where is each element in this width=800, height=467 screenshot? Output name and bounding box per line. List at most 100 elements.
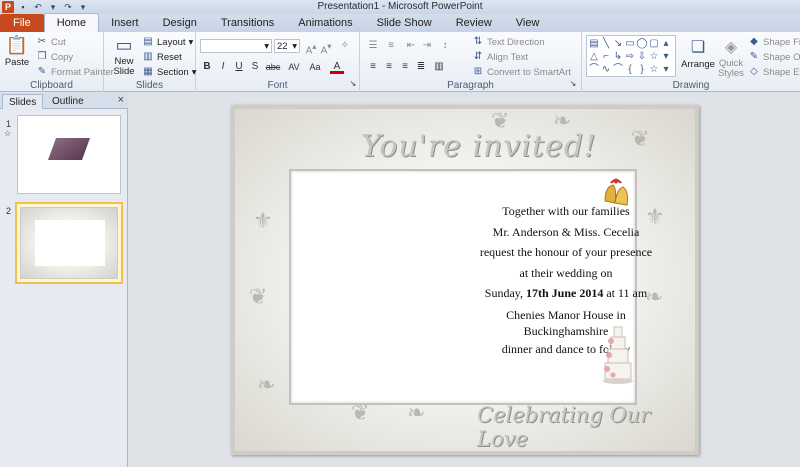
grow-font-icon[interactable]: A▴ [304, 39, 318, 56]
italic-button[interactable]: I [216, 60, 230, 74]
scroll-up-icon[interactable]: ▴ [660, 37, 672, 50]
close-pane-icon[interactable]: × [118, 94, 124, 106]
tab-slides[interactable]: Slides [2, 94, 44, 109]
elbow-arrow-icon[interactable]: ↳ [612, 50, 624, 63]
smartart-icon: ⊞ [473, 66, 483, 77]
align-center-icon[interactable]: ≡ [382, 60, 396, 74]
invitation-line: Buckinghamshire [523, 323, 609, 338]
star-shape-icon[interactable]: ☆ [648, 50, 660, 63]
tab-slide-show[interactable]: Slide Show [365, 14, 444, 32]
justify-icon[interactable]: ≣ [414, 60, 428, 74]
line-spacing-icon[interactable]: ↕ [438, 39, 452, 53]
headline-text[interactable]: You're invited! [361, 129, 597, 164]
arrow-line-shape-icon[interactable]: ↘ [612, 37, 624, 50]
tab-home[interactable]: Home [43, 13, 100, 32]
invitation-line: request the honour of your presence [479, 245, 653, 259]
tab-transitions[interactable]: Transitions [209, 14, 286, 32]
paragraph-dialog-launcher-icon[interactable]: ↘ [566, 77, 580, 91]
arrange-label: Arrange [681, 59, 715, 70]
font-size-combo[interactable]: 22 ▾ [274, 39, 300, 53]
triangle-shape-icon[interactable]: △ [588, 50, 600, 63]
slide-thumbnail-1[interactable] [17, 115, 121, 194]
right-arrow-shape-icon[interactable]: ⇨ [624, 50, 636, 63]
ribbon: 📋 Paste ✂ Cut ❐ Copy ✎ Format Painter Clipb… [0, 32, 800, 92]
tab-review[interactable]: Review [444, 14, 504, 32]
tab-view[interactable]: View [504, 14, 552, 32]
shape-outline-button[interactable]: ✎ Shape Outl [748, 51, 800, 63]
columns-icon[interactable]: ▥ [432, 60, 446, 74]
layout-dropdown-icon: ▾ [188, 36, 194, 48]
align-left-icon[interactable]: ≡ [366, 60, 380, 74]
clipboard-group: 📋 Paste ✂ Cut ❐ Copy ✎ Format Painter Clipb… [0, 32, 114, 92]
section-button[interactable]: ▦ Section ▾ [142, 66, 196, 78]
arc-shape-icon[interactable]: ⌒ [612, 63, 624, 76]
font-name-combo[interactable]: ▾ [200, 39, 272, 53]
font-color-button[interactable]: A [330, 60, 344, 74]
textbox-shape-icon[interactable]: ▤ [588, 37, 600, 50]
strikethrough-button[interactable]: abc [263, 60, 283, 74]
paste-button[interactable]: 📋 Paste [4, 34, 30, 69]
down-arrow-shape-icon[interactable]: ⇩ [636, 50, 648, 63]
quick-styles-icon: ◈ [724, 39, 738, 56]
brace-left-shape-icon[interactable]: { [624, 63, 636, 76]
rounded-rect-shape-icon[interactable]: ▢ [648, 37, 660, 50]
elbow-connector-icon[interactable]: ⌐ [600, 50, 612, 63]
new-slide-label: New Slide [113, 56, 135, 77]
shadow-button[interactable]: S [248, 60, 262, 74]
text-direction-button[interactable]: ⇅ Text Direction [472, 36, 545, 48]
format-painter-button[interactable]: ✎ Format Painter [36, 66, 114, 78]
slide-thumbnail-2[interactable] [15, 202, 123, 284]
change-case-button[interactable]: Aa [306, 60, 324, 74]
convert-smartart-label: Convert to SmartArt [487, 66, 571, 78]
tab-outline[interactable]: Outline [46, 94, 90, 109]
wedding-cake-icon[interactable] [601, 319, 635, 385]
shapes-gallery[interactable]: ▤ ╲ ↘ ▭ ◯ ▢ ▴ △ ⌐ ↳ ⇨ ⇩ ☆ ▾ ⌒ ∿ ⌒ { } ☆ … [586, 35, 676, 77]
clear-formatting-icon[interactable]: ✧ [338, 39, 352, 53]
copy-button[interactable]: ❐ Copy [36, 51, 74, 63]
increase-indent-icon[interactable]: ⇥ [420, 39, 434, 53]
tab-design[interactable]: Design [151, 14, 209, 32]
reset-button[interactable]: ▥ Reset [142, 51, 182, 63]
convert-smartart-button[interactable]: ⊞ Convert to SmartArt [472, 66, 571, 78]
bold-button[interactable]: B [200, 60, 214, 74]
cut-button[interactable]: ✂ Cut [36, 36, 66, 48]
font-dialog-launcher-icon[interactable]: ↘ [346, 77, 360, 91]
star-small-shape-icon[interactable]: ☆ [648, 63, 660, 76]
text-direction-label: Text Direction [487, 36, 545, 48]
slide-number-2: 2 [6, 206, 12, 216]
layout-button[interactable]: ▤ Layout ▾ [142, 36, 193, 48]
freeform-shape-icon[interactable]: ⌒ [588, 63, 600, 76]
scroll-down-icon[interactable]: ▾ [660, 50, 672, 63]
line-shape-icon[interactable]: ╲ [600, 37, 612, 50]
shrink-font-icon[interactable]: A▾ [319, 39, 333, 56]
new-slide-button[interactable]: ▭ New Slide [110, 34, 138, 77]
tab-file[interactable]: File [0, 14, 44, 32]
invitation-textbox[interactable]: Together with our families Mr. Anderson … [443, 201, 689, 359]
tab-animations[interactable]: Animations [286, 14, 364, 32]
align-right-icon[interactable]: ≡ [398, 60, 412, 74]
font-size-dropdown-icon: ▾ [292, 40, 297, 52]
align-text-icon: ⇵ [473, 51, 483, 62]
transition-star-icon: ☆ [4, 129, 12, 138]
brace-right-shape-icon[interactable]: } [636, 63, 648, 76]
bullets-icon[interactable]: ☰ [366, 39, 380, 53]
align-text-button[interactable]: ⇵ Align Text [472, 51, 528, 63]
decrease-indent-icon[interactable]: ⇤ [404, 39, 418, 53]
thumbnail-2-frame [20, 207, 118, 279]
current-slide[interactable]: ❦ ❧ ❦ ⚜ ❧ ⚜ ❦ ❧ ❦ ❧ You're invited! Toge… [231, 105, 699, 455]
shape-effects-button[interactable]: ◇ Shape Effe [748, 66, 800, 78]
tab-insert[interactable]: Insert [99, 14, 151, 32]
wedding-bells-icon[interactable] [599, 175, 633, 209]
layout-icon: ▤ [143, 36, 153, 47]
quick-styles-button[interactable]: ◈ Quick Styles [716, 36, 746, 79]
curve-shape-icon[interactable]: ∿ [600, 63, 612, 76]
character-spacing-button[interactable]: AV [285, 60, 303, 74]
footer-text[interactable]: Celebrating Our Love [477, 403, 699, 451]
underline-button[interactable]: U [232, 60, 246, 74]
rectangle-shape-icon[interactable]: ▭ [624, 37, 636, 50]
shape-fill-button[interactable]: ◆ Shape Fill [748, 36, 800, 48]
numbering-icon[interactable]: ≡ [384, 39, 398, 53]
oval-shape-icon[interactable]: ◯ [636, 37, 648, 50]
more-shapes-icon[interactable]: ▾ [660, 63, 672, 76]
arrange-button[interactable]: ❏ Arrange [681, 36, 715, 70]
